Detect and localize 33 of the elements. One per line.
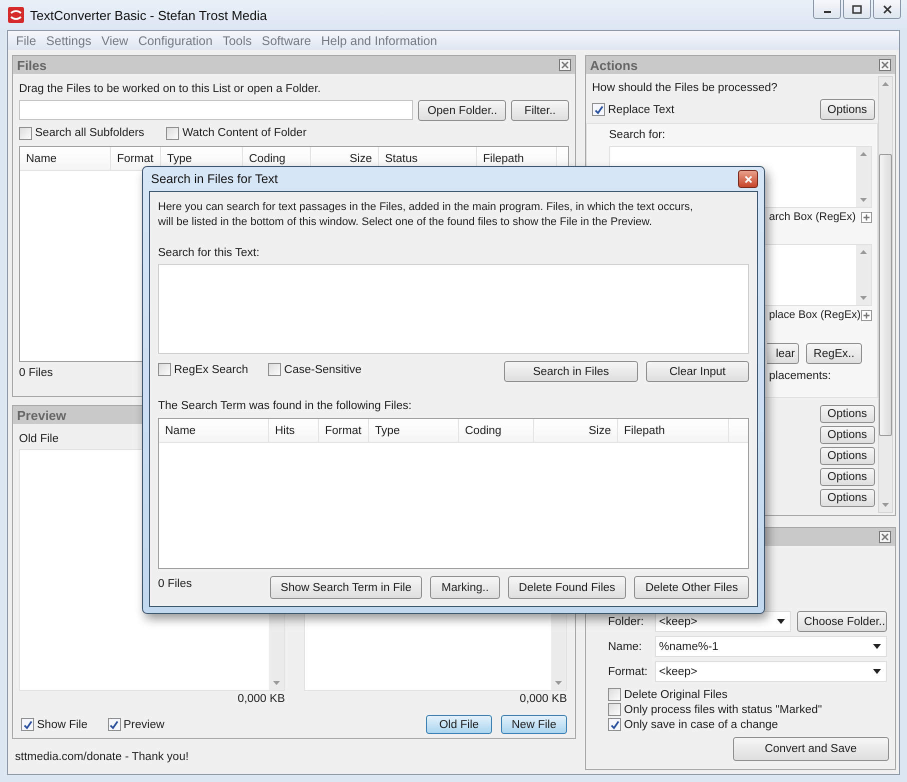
hint-text: Drag the Files to be worked on to this List or open a Folder. [19,83,322,97]
checkbox-label: Show File [37,718,88,730]
file-size: 0,000 KB [238,693,285,705]
checkbox-label: RegEx Search [174,364,248,376]
field-label: Format: [608,666,649,678]
window-title: TextConverter Basic - Stefan Trost Media [30,8,267,22]
checkbox-label: Only process files with status "Marked" [624,704,822,716]
checkbox-label: Delete Original Files [624,688,728,700]
search-for-label: Search for: [609,129,666,143]
checkbox-label: Preview [124,718,164,730]
panel-title: Actions [590,58,638,72]
regex-label: place Box (RegEx) [769,309,861,321]
checkbox-label: Watch Content of Folder [182,127,307,139]
results-label: The Search Term was found in the following Files: [158,400,413,414]
field-label: Name: [608,640,643,652]
file-count: 0 Files [19,367,53,379]
panel-title: Preview [17,408,66,422]
replacements-label: placements: [769,370,832,382]
status-text: sttmedia.com/donate - Thank you! [14,751,190,765]
search-text-label: Search for this Text: [158,247,260,261]
dialog-title: Search in Files for Text [151,172,278,186]
results-count: 0 Files [158,578,192,590]
old-file-label: Old File [19,433,60,447]
checkbox-label: Search all Subfolders [35,127,144,139]
checkbox-label: Only save in case of a change [624,718,778,730]
field-label: Folder: [608,616,645,628]
checkbox-label: Replace Text [608,104,674,116]
checkbox-label: Case-Sensitive [284,364,362,376]
intro-text: Here you can search for text passages in the Files, added in the main program. Files, in which the text occurs, will be listed in the bottom of this window. Select one of the found files to show the File in the Preview. [158,200,694,230]
question-text: How should the Files be processed? [592,82,778,96]
panel-title: Files [17,58,47,72]
regex-label: arch Box (RegEx) [769,211,856,223]
file-size: 0,000 KB [520,693,567,705]
